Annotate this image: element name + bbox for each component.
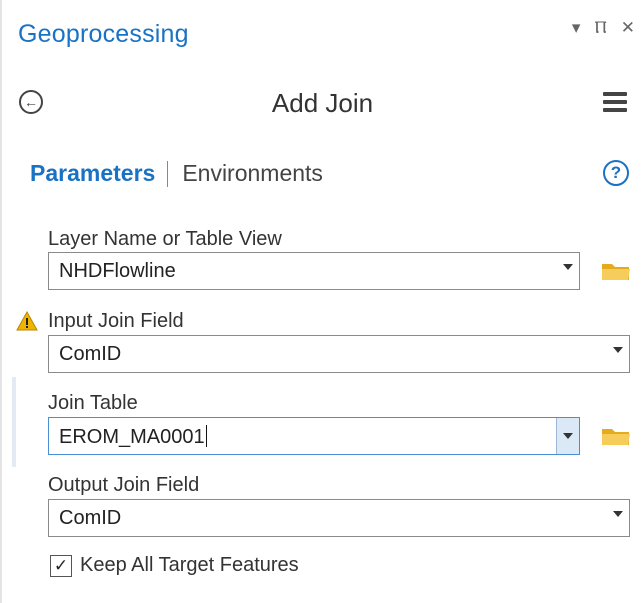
join-table-label: Join Table bbox=[48, 392, 138, 414]
tool-tabs: Parameters Environments bbox=[30, 160, 323, 187]
output-join-field-value: ComID bbox=[59, 507, 122, 529]
browse-folder-icon[interactable] bbox=[601, 260, 631, 282]
join-table-text: EROM_MA0001 bbox=[59, 425, 207, 449]
menu-icon[interactable] bbox=[603, 92, 627, 112]
geoprocessing-pane: Geoprocessing ▾ Ⲡ ✕ ← Add Join Parameter… bbox=[0, 0, 641, 603]
join-table-dropdown-button[interactable] bbox=[556, 418, 579, 454]
output-join-field-label: Output Join Field bbox=[48, 474, 200, 496]
pane-options-dropdown-icon[interactable]: ▾ bbox=[572, 18, 581, 38]
tab-parameters[interactable]: Parameters bbox=[30, 160, 155, 187]
chevron-down-icon bbox=[563, 264, 573, 270]
help-icon[interactable]: ? bbox=[603, 160, 629, 186]
join-table-input[interactable]: EROM_MA0001 bbox=[48, 417, 580, 455]
layer-dropdown[interactable]: NHDFlowline bbox=[48, 252, 580, 290]
keep-all-checkbox[interactable]: ✓ bbox=[50, 554, 72, 577]
chevron-down-icon bbox=[613, 347, 623, 353]
warning-icon bbox=[16, 311, 38, 331]
layer-label: Layer Name or Table View bbox=[48, 228, 282, 250]
input-join-field-label: Input Join Field bbox=[48, 310, 184, 332]
browse-folder-icon[interactable] bbox=[601, 425, 631, 447]
close-icon[interactable]: ✕ bbox=[621, 18, 635, 38]
tab-divider bbox=[167, 160, 169, 187]
chevron-down-icon bbox=[613, 511, 623, 517]
layer-value: NHDFlowline bbox=[59, 260, 176, 282]
input-join-field-value: ComID bbox=[59, 343, 122, 365]
pin-icon[interactable]: Ⲡ bbox=[594, 18, 606, 38]
output-join-field-dropdown[interactable]: ComID bbox=[48, 499, 630, 537]
window-controls: ▾ Ⲡ ✕ bbox=[572, 18, 635, 38]
chevron-down-icon bbox=[563, 433, 573, 439]
keep-all-label: Keep All Target Features bbox=[80, 554, 299, 576]
pane-title: Geoprocessing bbox=[18, 20, 189, 48]
keep-all-target-features-row[interactable]: ✓ Keep All Target Features bbox=[50, 554, 299, 577]
input-join-field-dropdown[interactable]: ComID bbox=[48, 335, 630, 373]
join-table-value: EROM_MA0001 bbox=[59, 426, 205, 448]
focus-indicator bbox=[12, 377, 16, 467]
tool-title: Add Join bbox=[271, 88, 374, 118]
tab-environments[interactable]: Environments bbox=[182, 160, 323, 187]
text-cursor bbox=[205, 425, 207, 447]
